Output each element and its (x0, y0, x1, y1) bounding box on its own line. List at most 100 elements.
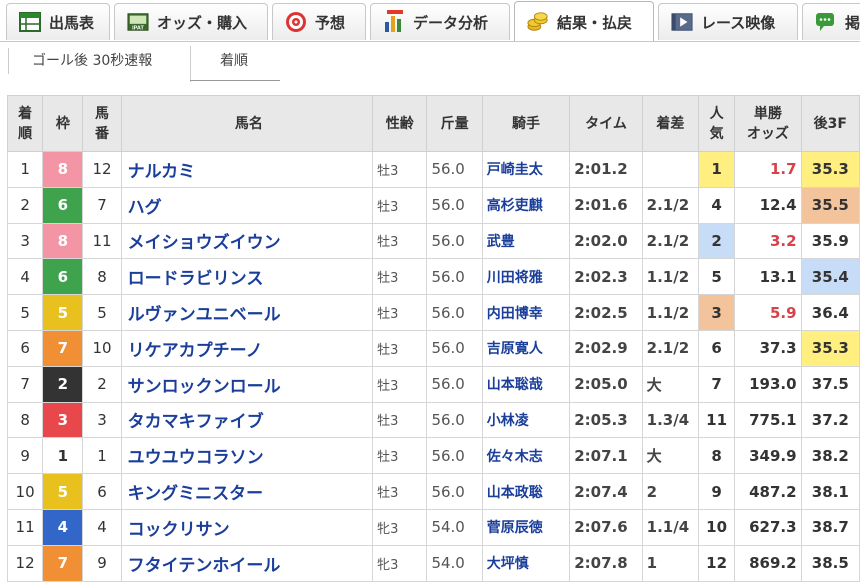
header-rank: 着順 (6, 95, 44, 152)
jockey-link[interactable]: 武豊 (487, 234, 515, 250)
horse-link[interactable]: メイショウズイウン (128, 233, 281, 253)
cell-rank: 6 (6, 329, 44, 367)
cell-last3f: 35.3 (800, 329, 860, 367)
jockey-link[interactable]: 山本聡哉 (487, 377, 543, 393)
horse-link[interactable]: タカマキファイブ (128, 412, 264, 432)
cell-last3f: 38.5 (800, 544, 860, 582)
cell-last3f: 36.4 (800, 294, 860, 331)
cell-uma: 5 (82, 294, 122, 331)
cell-uma: 9 (82, 544, 122, 582)
cell-uma: 2 (82, 365, 122, 403)
cell-odds: 37.3 (734, 329, 802, 367)
cell-time: 2:02.3 (569, 258, 643, 296)
horse-link[interactable]: ナルカミ (128, 162, 196, 182)
cell-jockey: 高杉吏麒 (481, 186, 571, 224)
results-body: 1 8 12 ナルカミ 牡3 56.0 戸崎圭太 2:01.2 1 1.7 35.3 2 6 7 ハグ 牡3 5… (6, 151, 860, 582)
header-kin: 斤量 (426, 95, 483, 152)
cell-jockey: 佐々木志 (481, 437, 571, 475)
horse-link[interactable]: フタイテンホイール (128, 556, 281, 576)
cell-rank: 7 (6, 365, 44, 403)
table-row: 8 3 3 タカマキファイブ 牡3 56.0 小林凌 2:05.3 1.3/4 11 775.1 37… (6, 401, 860, 439)
cell-rank: 11 (6, 508, 44, 546)
cell-odds: 1.7 (734, 151, 802, 188)
horse-link[interactable]: リケアカプチーノ (128, 341, 263, 361)
cell-jockey: 大坪慎 (481, 544, 571, 582)
cell-waku: 7 (42, 544, 84, 582)
cell-margin: 2 (641, 473, 700, 510)
race-nav-tabs: 出馬表 IPAT オッズ・購入 予想 データ分析 結果・払戻 レース映像 掲 (0, 0, 860, 42)
cell-horse-name: キングミニスター (120, 473, 374, 510)
cell-waku: 8 (42, 151, 84, 188)
tab-label: 出馬表 (49, 13, 95, 32)
cell-margin: 大 (641, 437, 700, 475)
subtab-order[interactable]: 着順 (220, 50, 248, 70)
header-uma: 馬番 (82, 95, 122, 152)
cell-sex-age: 牡3 (372, 437, 428, 475)
horse-link[interactable]: ルヴァンユニベール (128, 305, 281, 325)
cell-horse-name: ユウユウコラソン (120, 437, 374, 475)
horse-link[interactable]: サンロックンロール (128, 377, 281, 397)
tab-yoso[interactable]: 予想 (272, 3, 366, 40)
cell-sex-age: 牡3 (372, 294, 428, 331)
cell-jockey: 山本聡哉 (481, 365, 571, 403)
jockey-link[interactable]: 高杉吏麒 (487, 198, 543, 214)
tab-shutsuba[interactable]: 出馬表 (6, 3, 110, 40)
cell-sex-age: 牝3 (372, 508, 428, 546)
jockey-link[interactable]: 吉原寛人 (487, 341, 543, 357)
horse-link[interactable]: コックリサン (128, 520, 230, 540)
jockey-link[interactable]: 山本政聡 (487, 485, 543, 501)
video-icon (671, 11, 693, 33)
horse-link[interactable]: ユウユウコラソン (128, 448, 264, 468)
horse-link[interactable]: キングミニスター (128, 484, 264, 504)
table-header-row: 着順 枠 馬番 馬名 性齢 斤量 騎手 タイム 着差 人気 単勝 オッズ 後3F (6, 95, 860, 152)
cell-rank: 12 (6, 544, 44, 582)
horse-link[interactable]: ハグ (128, 198, 162, 218)
cell-waku: 4 (42, 508, 84, 546)
cell-margin: 2.1/2 (641, 222, 700, 260)
cell-horse-name: ルヴァンユニベール (120, 294, 374, 331)
jockey-link[interactable]: 大坪慎 (487, 556, 529, 572)
cell-horse-name: タカマキファイブ (120, 401, 374, 439)
tab-label: 結果・払戻 (557, 13, 633, 32)
cell-sex-age: 牡3 (372, 151, 428, 188)
subtab-goal-flash[interactable]: ゴール後 30秒速報 (32, 50, 152, 70)
cell-jockey: 戸崎圭太 (481, 151, 571, 188)
cell-margin: 1.1/2 (641, 294, 700, 331)
jockey-link[interactable]: 戸崎圭太 (487, 162, 543, 178)
tab-odds[interactable]: IPAT オッズ・購入 (114, 3, 268, 40)
cell-weight: 56.0 (426, 294, 483, 331)
cell-odds: 12.4 (734, 186, 802, 224)
cell-waku: 5 (42, 294, 84, 331)
cell-margin: 2.1/2 (641, 329, 700, 367)
chat-icon (815, 11, 837, 33)
jockey-link[interactable]: 小林凌 (487, 413, 529, 429)
horse-link[interactable]: ロードラビリンス (128, 269, 264, 289)
tab-label: 予想 (315, 13, 346, 32)
cell-time: 2:07.4 (569, 473, 643, 510)
cell-weight: 56.0 (426, 437, 483, 475)
jockey-link[interactable]: 川田将雅 (487, 270, 543, 286)
cell-time: 2:05.0 (569, 365, 643, 403)
cell-waku: 5 (42, 473, 84, 510)
cell-margin: 大 (641, 365, 700, 403)
jockey-link[interactable]: 菅原辰徳 (487, 520, 543, 536)
jockey-link[interactable]: 佐々木志 (487, 449, 543, 465)
tab-data-analysis[interactable]: データ分析 (370, 3, 510, 40)
cell-odds: 193.0 (734, 365, 802, 403)
cell-rank: 5 (6, 294, 44, 331)
cell-rank: 9 (6, 437, 44, 475)
jockey-link[interactable]: 内田博幸 (487, 306, 543, 322)
cell-rank: 1 (6, 151, 44, 188)
table-row: 2 6 7 ハグ 牡3 56.0 高杉吏麒 2:01.6 2.1/2 4 12.4 35.5 (6, 186, 860, 224)
cell-last3f: 35.9 (800, 222, 860, 260)
table-icon (19, 11, 41, 33)
cell-uma: 3 (82, 401, 122, 439)
tab-results[interactable]: 結果・払戻 (514, 1, 654, 42)
tab-race-video[interactable]: レース映像 (658, 3, 798, 40)
cell-margin: 1 (641, 544, 700, 582)
cell-margin: 2.1/2 (641, 186, 700, 224)
cell-last3f: 37.2 (800, 401, 860, 439)
tab-label: 掲 (845, 13, 860, 32)
tab-board[interactable]: 掲 (802, 3, 860, 40)
cell-rank: 2 (6, 186, 44, 224)
